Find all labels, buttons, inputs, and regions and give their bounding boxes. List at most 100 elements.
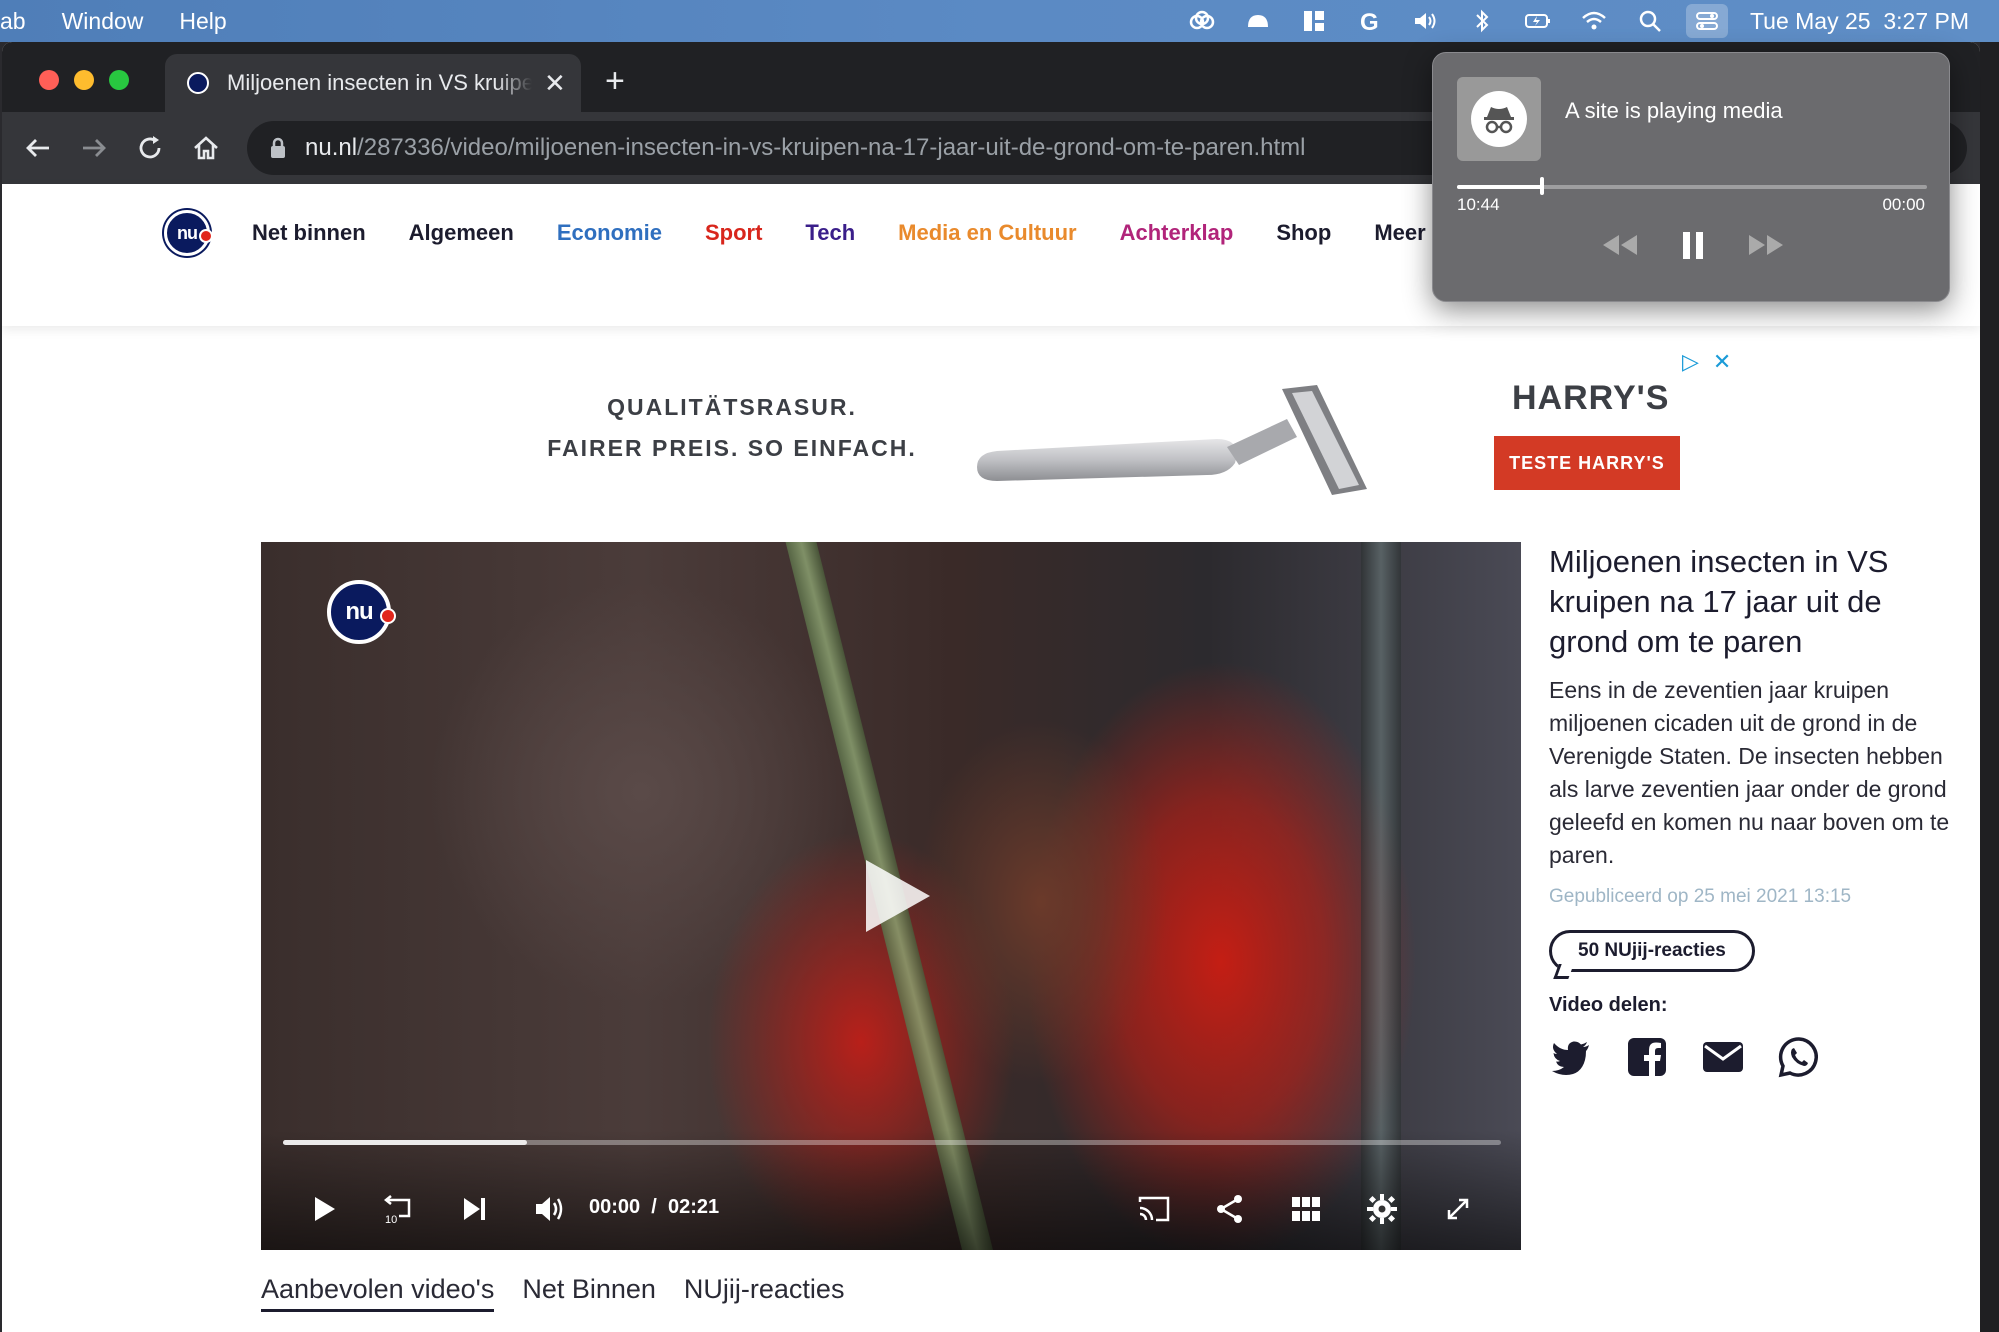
window-layout-icon[interactable] [1299, 6, 1329, 36]
nujij-reactions-button[interactable]: 50 NUjij-reacties [1549, 930, 1755, 972]
big-play-icon[interactable] [866, 860, 930, 932]
skip-back-icon[interactable] [1597, 223, 1641, 267]
ad-close-icon[interactable]: ✕ [1713, 349, 1731, 375]
menu-item-help[interactable]: Help [179, 8, 226, 35]
forward-arrow-icon[interactable] [76, 130, 112, 166]
fullscreen-icon[interactable] [1439, 1190, 1477, 1228]
menu-bar-date: Tue May 25 [1749, 7, 1871, 34]
media-scrubber-knob[interactable] [1539, 177, 1544, 195]
new-tab-icon[interactable]: + [605, 64, 625, 98]
twitter-icon[interactable] [1549, 1035, 1593, 1079]
svg-text:10: 10 [385, 1214, 397, 1226]
url-text: nu.nl/287336/video/miljoenen-insecten-in… [305, 134, 1306, 162]
media-progress-fill [1457, 185, 1542, 189]
close-window-button[interactable] [39, 70, 59, 90]
site-nav-item[interactable]: Shop [1276, 220, 1331, 246]
ad-cta-button[interactable]: TESTE HARRY'S [1494, 436, 1680, 490]
cloud-app-icon[interactable] [1243, 6, 1273, 36]
site-nav-item[interactable]: Achterklap [1120, 220, 1234, 246]
video-controls: 10 00:00 / 02:21 [261, 1130, 1521, 1250]
site-nav-item[interactable]: Meer [1374, 220, 1425, 246]
tab-recommended-videos[interactable]: Aanbevolen video's [261, 1274, 495, 1312]
ad-line-2: FAIRER PREIS. SO EINFACH. [547, 435, 917, 461]
video-current-time: 00:00 [589, 1196, 641, 1218]
site-nav-item[interactable]: Net binnen [252, 220, 366, 246]
fullscreen-window-button[interactable] [109, 70, 129, 90]
skip-forward-icon[interactable] [1745, 223, 1789, 267]
back-arrow-icon[interactable] [20, 130, 56, 166]
control-center-icon[interactable] [1685, 4, 1728, 38]
facebook-icon[interactable] [1625, 1035, 1669, 1079]
menu-bar-time: 3:27 PM [1883, 7, 1969, 34]
menu-bar-clock[interactable]: Tue May 25 3:27 PM [1750, 8, 1969, 35]
tab-nujij-reactions[interactable]: NUjij-reacties [684, 1274, 845, 1312]
share-buttons [1549, 1035, 1959, 1079]
video-duration: 02:21 [667, 1196, 720, 1218]
media-artwork [1457, 77, 1541, 161]
bluetooth-icon[interactable] [1467, 6, 1497, 36]
media-remaining-time: 00:00 [1882, 195, 1925, 214]
video-nu-logo: nu [327, 580, 396, 644]
ad-choices: ▷ ✕ [1682, 349, 1731, 375]
share-label: Video delen: [1549, 994, 1668, 1016]
now-playing-popup[interactable]: A site is playing media 10:44 00:00 [1432, 52, 1950, 302]
article-info: Miljoenen insecten in VS kruipen na 17 j… [1549, 542, 1959, 1079]
tab-net-binnen[interactable]: Net Binnen [522, 1274, 656, 1312]
wifi-icon[interactable] [1579, 6, 1609, 36]
razor-image [977, 385, 1367, 495]
ad-brand: HARRY'S [1512, 379, 1670, 417]
site-nav-item[interactable]: Tech [805, 220, 855, 246]
menu-bar-app-menus: ab Window Help [0, 8, 263, 35]
desktop-edge [1980, 42, 1999, 1332]
web-page: nu Net binnen Algemeen Economie Sport Tech Me… [2, 184, 1980, 1332]
spotlight-search-icon[interactable] [1635, 6, 1665, 36]
grammarly-icon[interactable]: G [1355, 6, 1385, 36]
creative-cloud-icon[interactable] [1187, 6, 1217, 36]
video-buffered-fill [283, 1140, 527, 1145]
advertisement-banner[interactable]: QUALITÄTSRASUR. FAIRER PREIS. SO EINFACH… [522, 349, 1732, 499]
share-icon[interactable] [1211, 1190, 1249, 1228]
video-player[interactable]: nu 10 00:00 / 02:21 [261, 542, 1521, 1250]
article-description: Eens in de zeventien jaar kruipen miljoe… [1549, 677, 1950, 868]
next-track-icon[interactable] [455, 1190, 493, 1228]
volume-icon[interactable] [1411, 6, 1441, 36]
nu-logo[interactable]: nu [164, 210, 213, 256]
menu-bar-status: G Tue May 25 3:27 PM [1174, 0, 1999, 42]
video-tabs: Aanbevolen video's Net Binnen NUjij-reac… [261, 1274, 872, 1312]
site-nav-item[interactable]: Sport [705, 220, 762, 246]
media-popup-title: A site is playing media [1565, 98, 1783, 123]
published-date: Gepubliceerd op 25 mei 2021 13:15 [1549, 886, 1852, 907]
media-elapsed-time: 10:44 [1457, 195, 1500, 214]
site-nav-item[interactable]: Media en Cultuur [898, 220, 1076, 246]
ad-text: QUALITÄTSRASUR. FAIRER PREIS. SO EINFACH… [542, 387, 922, 469]
play-icon[interactable] [305, 1190, 343, 1228]
url-path: /287336/video/miljoenen-insecten-in-vs-k… [357, 134, 1306, 161]
volume-icon[interactable] [531, 1190, 569, 1228]
lock-icon[interactable] [269, 137, 287, 159]
rewind-10-icon[interactable]: 10 [379, 1190, 417, 1228]
video-time: 00:00 / 02:21 [589, 1196, 719, 1219]
battery-icon[interactable] [1523, 6, 1553, 36]
video-seek-bar[interactable] [283, 1140, 1501, 1145]
site-nav-item[interactable]: Economie [557, 220, 662, 246]
nu-favicon-icon [187, 72, 209, 94]
home-icon[interactable] [188, 130, 224, 166]
media-scrubber[interactable] [1457, 177, 1927, 195]
video-time-separator: / [651, 1196, 657, 1218]
minimize-window-button[interactable] [74, 70, 94, 90]
adchoices-icon[interactable]: ▷ [1682, 349, 1699, 375]
cast-icon[interactable] [1135, 1190, 1173, 1228]
reload-icon[interactable] [132, 130, 168, 166]
menu-item-window[interactable]: Window [62, 8, 144, 35]
settings-gear-icon[interactable] [1363, 1190, 1401, 1228]
close-tab-icon[interactable]: ✕ [544, 68, 566, 99]
svg-text:G: G [1360, 9, 1379, 35]
playlist-grid-icon[interactable] [1287, 1190, 1325, 1228]
menu-item-tab[interactable]: ab [0, 8, 26, 35]
pause-icon[interactable] [1671, 223, 1715, 267]
email-icon[interactable] [1701, 1035, 1745, 1079]
browser-tab-active[interactable]: Miljoenen insecten in VS kruipen na 17 j… [165, 54, 581, 112]
site-nav-item[interactable]: Algemeen [409, 220, 514, 246]
menu-bar: ab Window Help G Tue May 25 3:27 PM [0, 0, 1999, 42]
whatsapp-icon[interactable] [1777, 1035, 1821, 1079]
